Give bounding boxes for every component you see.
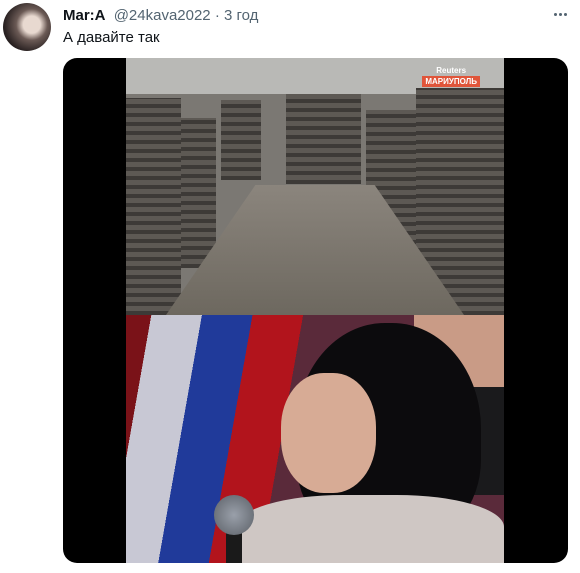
rally-image: [126, 315, 504, 563]
separator-dot: ·: [214, 7, 220, 24]
video-watermark: Reuters МАРИУПОЛЬ: [422, 66, 480, 87]
more-options-icon[interactable]: [548, 4, 572, 24]
avatar[interactable]: [3, 3, 51, 51]
microphone-icon: [214, 495, 254, 535]
tweet-header: Mar:A @24kava2022 · 3 год: [63, 6, 258, 26]
watermark-brand: Reuters: [436, 66, 467, 75]
watermark-place: МАРИУПОЛЬ: [422, 76, 480, 87]
tweet-time[interactable]: 3 год: [224, 7, 258, 24]
ruined-city-image: Reuters МАРИУПОЛЬ: [126, 58, 504, 315]
tweet-media[interactable]: Reuters МАРИУПОЛЬ: [63, 58, 568, 563]
author-name[interactable]: Mar:A: [63, 7, 106, 24]
tweet-text: А давайте так: [63, 29, 160, 46]
author-handle[interactable]: @24kava2022: [114, 7, 211, 24]
